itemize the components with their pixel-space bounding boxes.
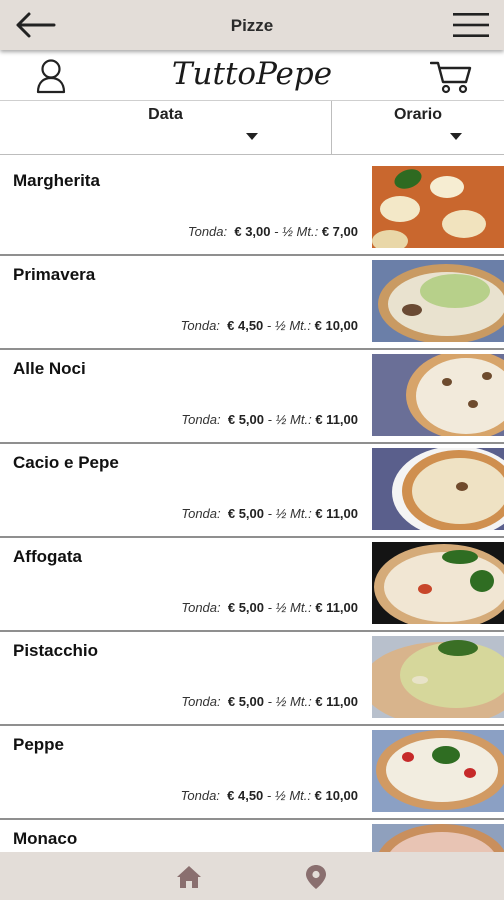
pizza-name: Affogata (13, 547, 82, 566)
price-line: Tonda: € 3,00 - ½ Mt.: € 7,00 (187, 224, 358, 239)
round-price: € 5,00 (227, 694, 265, 709)
pizza-image (372, 260, 504, 342)
round-price: € 5,00 (227, 506, 265, 521)
price-line: Tonda: € 5,00 - ½ Mt.: € 11,00 (181, 506, 358, 521)
shopping-cart-icon[interactable] (430, 60, 472, 94)
pizza-name: Pistacchio (13, 641, 99, 660)
list-item[interactable]: Primavera Tonda: € 4,50 - ½ Mt.: € 10,00 (0, 256, 504, 350)
half-meter-label: ½ Mt.: (275, 412, 312, 427)
pizza-image (372, 166, 504, 248)
time-dropdown[interactable]: Orario (332, 101, 504, 155)
round-label: Tonda: (180, 318, 220, 333)
round-label: Tonda: (187, 224, 228, 239)
round-price: € 4,50 (227, 318, 264, 333)
list-item[interactable]: Monaco (0, 820, 504, 852)
hamburger-menu-icon[interactable] (452, 10, 490, 40)
pizza-name: Cacio e Pepe (13, 453, 119, 472)
filter-bar: Data Orario (0, 101, 504, 155)
half-meter-price: € 11,00 (315, 506, 358, 521)
half-meter-price: € 10,00 (314, 788, 358, 803)
round-label: Tonda: (181, 600, 221, 615)
date-dropdown-label: Data (148, 106, 183, 123)
bottom-nav-bar (0, 852, 504, 900)
pizza-image (372, 730, 504, 812)
round-price: € 5,00 (227, 412, 265, 427)
pizza-image (372, 354, 504, 436)
home-icon[interactable] (176, 865, 202, 889)
pizza-image (372, 824, 504, 852)
location-pin-icon[interactable] (305, 864, 327, 890)
pizza-image (372, 636, 504, 718)
half-meter-label: ½ Mt.: (274, 318, 311, 333)
half-meter-price: € 11,00 (315, 600, 358, 615)
round-price: € 5,00 (227, 600, 265, 615)
pizza-image (372, 542, 504, 624)
list-item[interactable]: Alle Noci Tonda: € 5,00 - ½ Mt.: € 11,00 (0, 350, 504, 444)
pizza-name: Monaco (13, 829, 78, 848)
chevron-down-icon (450, 133, 462, 140)
round-label: Tonda: (181, 506, 221, 521)
half-meter-price: € 7,00 (321, 224, 358, 239)
brand-logo: TuttoPepe (171, 56, 333, 92)
price-line: Tonda: € 5,00 - ½ Mt.: € 11,00 (181, 600, 358, 615)
half-meter-label: ½ Mt.: (275, 694, 312, 709)
round-label: Tonda: (181, 412, 221, 427)
chevron-down-icon (246, 133, 258, 140)
list-item[interactable]: Margherita Tonda: € 3,00 - ½ Mt.: € 7,00 (0, 162, 504, 256)
list-item[interactable]: Pistacchio Tonda: € 5,00 - ½ Mt.: € 11,0… (0, 632, 504, 726)
round-label: Tonda: (180, 788, 220, 803)
half-meter-price: € 11,00 (315, 412, 358, 427)
pizza-image (372, 448, 504, 530)
price-line: Tonda: € 5,00 - ½ Mt.: € 11,00 (181, 412, 358, 427)
round-label: Tonda: (181, 694, 221, 709)
price-line: Tonda: € 5,00 - ½ Mt.: € 11,00 (181, 694, 358, 709)
round-price: € 3,00 (234, 224, 271, 239)
list-item[interactable]: Cacio e Pepe Tonda: € 5,00 - ½ Mt.: € 11… (0, 444, 504, 538)
half-meter-price: € 11,00 (315, 694, 358, 709)
half-meter-price: € 10,00 (314, 318, 358, 333)
half-meter-label: ½ Mt.: (282, 224, 319, 239)
pizza-name: Primavera (13, 265, 96, 284)
pizza-name: Margherita (13, 171, 100, 190)
price-line: Tonda: € 4,50 - ½ Mt.: € 10,00 (180, 788, 358, 803)
pizza-list: Margherita Tonda: € 3,00 - ½ Mt.: € 7,00… (0, 162, 504, 852)
user-icon[interactable] (36, 58, 66, 94)
half-meter-label: ½ Mt.: (275, 600, 312, 615)
list-item[interactable]: Affogata Tonda: € 5,00 - ½ Mt.: € 11,00 (0, 538, 504, 632)
list-item[interactable]: Peppe Tonda: € 4,50 - ½ Mt.: € 10,00 (0, 726, 504, 820)
half-meter-label: ½ Mt.: (274, 788, 311, 803)
brand-bar: TuttoPepe (0, 52, 504, 101)
top-app-bar: Pizze (0, 0, 504, 50)
date-dropdown[interactable]: Data (0, 101, 332, 155)
half-meter-label: ½ Mt.: (275, 506, 312, 521)
page-title: Pizze (230, 16, 274, 35)
time-dropdown-label: Orario (393, 106, 442, 123)
pizza-name: Alle Noci (13, 359, 86, 378)
round-price: € 4,50 (227, 788, 264, 803)
pizza-name: Peppe (13, 735, 65, 754)
price-line: Tonda: € 4,50 - ½ Mt.: € 10,00 (180, 318, 358, 333)
